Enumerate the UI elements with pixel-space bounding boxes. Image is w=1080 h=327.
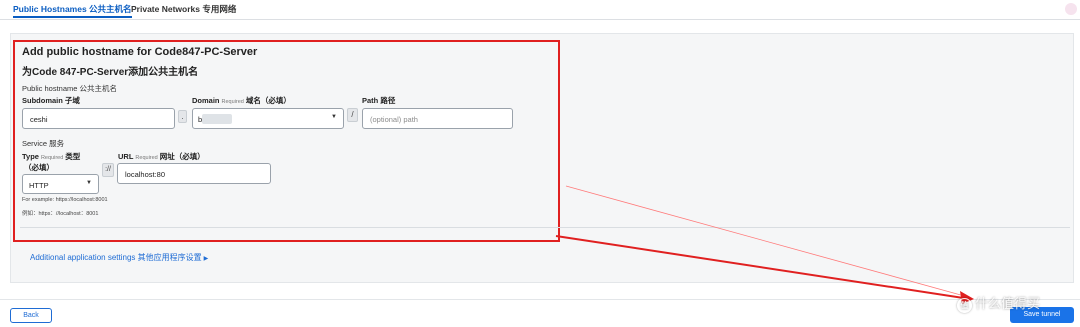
scheme-separator: :// bbox=[102, 163, 114, 177]
watermark-logo-icon: 值 bbox=[957, 298, 972, 313]
url-label-zh: 网址（必填） bbox=[159, 152, 205, 161]
public-hostname-section-label: Public hostname 公共主机名 bbox=[22, 84, 118, 93]
additional-settings-label: Additional application settings 其他应用程序设置 bbox=[30, 253, 202, 262]
service-section-label: Service 服务 bbox=[22, 139, 65, 148]
path-label: Path 路径 bbox=[362, 96, 396, 105]
tab-public-hostnames[interactable]: Public Hostnames 公共主机名 bbox=[13, 3, 132, 18]
domain-label: Domain Required 域名（必填） bbox=[192, 95, 291, 106]
type-label-text: Type bbox=[22, 152, 39, 161]
domain-label-text: Domain bbox=[192, 96, 220, 105]
form-title-zh: 为Code 847-PC-Server添加公共主机名 bbox=[22, 67, 199, 78]
additional-settings-link[interactable]: Additional application settings 其他应用程序设置… bbox=[30, 252, 208, 263]
type-value: HTTP bbox=[29, 181, 49, 190]
slash-separator: / bbox=[347, 108, 358, 122]
chevron-down-icon: ▼ bbox=[86, 180, 92, 186]
path-input[interactable]: (optional) path bbox=[362, 108, 513, 129]
dot-separator: . bbox=[178, 110, 187, 123]
domain-label-zh: 域名（必填） bbox=[245, 96, 291, 105]
domain-select[interactable]: b ▼ bbox=[192, 108, 344, 129]
save-tunnel-button[interactable]: Save tunnel bbox=[1010, 307, 1074, 323]
domain-required-tag: Required bbox=[221, 99, 244, 105]
tab-bar: Public Hostnames 公共主机名 Private Networks … bbox=[0, 0, 1080, 20]
url-label: URL Required 网址（必填） bbox=[118, 151, 205, 162]
redacted-domain-blur bbox=[202, 114, 232, 124]
url-label-text: URL bbox=[118, 152, 134, 161]
url-required-tag: Required bbox=[135, 155, 158, 161]
subdomain-label: Subdomain 子域 bbox=[22, 96, 80, 105]
back-button[interactable]: Back bbox=[10, 308, 52, 323]
chevron-down-icon: ▼ bbox=[331, 114, 337, 120]
corner-dot-icon bbox=[1065, 3, 1077, 15]
type-select[interactable]: HTTP ▼ bbox=[22, 174, 99, 194]
url-input[interactable]: localhost:80 bbox=[117, 163, 271, 184]
help-text-zh: 例如：https：//localhost：8001 bbox=[22, 211, 99, 217]
type-label-zh-required: （必填） bbox=[24, 163, 54, 172]
section-divider bbox=[20, 227, 1070, 228]
arrow-head bbox=[960, 291, 974, 304]
type-label: Type Required 类型 bbox=[22, 151, 80, 162]
help-text-en: For example: https://localhost:8001 bbox=[22, 197, 108, 203]
caret-right-icon: ▶ bbox=[203, 256, 209, 262]
tab-private-networks[interactable]: Private Networks 专用网络 bbox=[131, 3, 236, 15]
type-label-zh: 类型 bbox=[65, 152, 81, 161]
form-title: Add public hostname for Code847-PC-Serve… bbox=[22, 46, 258, 58]
type-required-tag: Required bbox=[40, 155, 64, 161]
subdomain-input[interactable]: ceshi bbox=[22, 108, 175, 129]
footer-divider bbox=[0, 299, 1080, 300]
